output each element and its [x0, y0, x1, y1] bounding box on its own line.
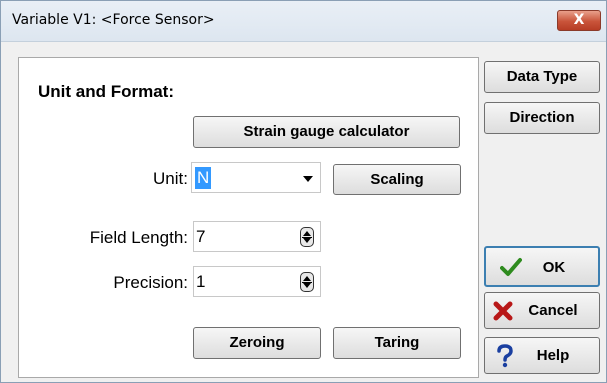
strain-gauge-calculator-label: Strain gauge calculator: [243, 123, 410, 140]
precision-spinbox[interactable]: 1: [193, 266, 321, 297]
unit-selected-value: N: [195, 167, 212, 189]
field-length-label: Field Length:: [89, 228, 188, 247]
ok-button[interactable]: OK: [484, 246, 600, 287]
cancel-label: Cancel: [528, 302, 578, 319]
close-button[interactable]: X: [557, 10, 601, 31]
help-button[interactable]: Help: [484, 337, 600, 374]
zeroing-label: Zeroing: [229, 334, 285, 351]
help-label: Help: [536, 347, 570, 364]
x-icon: [493, 301, 513, 321]
data-type-label: Data Type: [506, 68, 578, 85]
zeroing-button[interactable]: Zeroing: [193, 327, 321, 359]
direction-label: Direction: [509, 109, 575, 126]
strain-gauge-calculator-button[interactable]: Strain gauge calculator: [193, 116, 460, 148]
scaling-label: Scaling: [370, 171, 424, 188]
unit-label: Unit:: [153, 169, 188, 188]
chevron-down-icon[interactable]: [303, 176, 313, 182]
data-type-button[interactable]: Data Type: [484, 61, 600, 93]
ok-label: OK: [542, 259, 566, 276]
scaling-button[interactable]: Scaling: [333, 164, 461, 195]
direction-button[interactable]: Direction: [484, 102, 600, 134]
window-title: Variable V1: <Force Sensor>: [12, 12, 215, 28]
field-length-spinbox[interactable]: 7: [193, 221, 321, 252]
close-icon: X: [573, 12, 585, 28]
cancel-button[interactable]: Cancel: [484, 292, 600, 329]
spinner-arrows-icon[interactable]: [300, 227, 314, 247]
spinner-arrows-icon[interactable]: [300, 272, 314, 292]
checkmark-icon: [500, 258, 522, 276]
field-length-value: 7: [196, 227, 206, 246]
unit-format-heading: Unit and Format:: [38, 82, 174, 101]
taring-label: Taring: [374, 334, 420, 351]
question-icon: [497, 344, 513, 368]
taring-button[interactable]: Taring: [333, 327, 461, 359]
title-bar[interactable]: Variable V1: <Force Sensor> X: [1, 1, 606, 42]
unit-combobox[interactable]: N: [191, 162, 321, 193]
precision-value: 1: [196, 272, 206, 291]
precision-label: Precision:: [113, 273, 188, 292]
